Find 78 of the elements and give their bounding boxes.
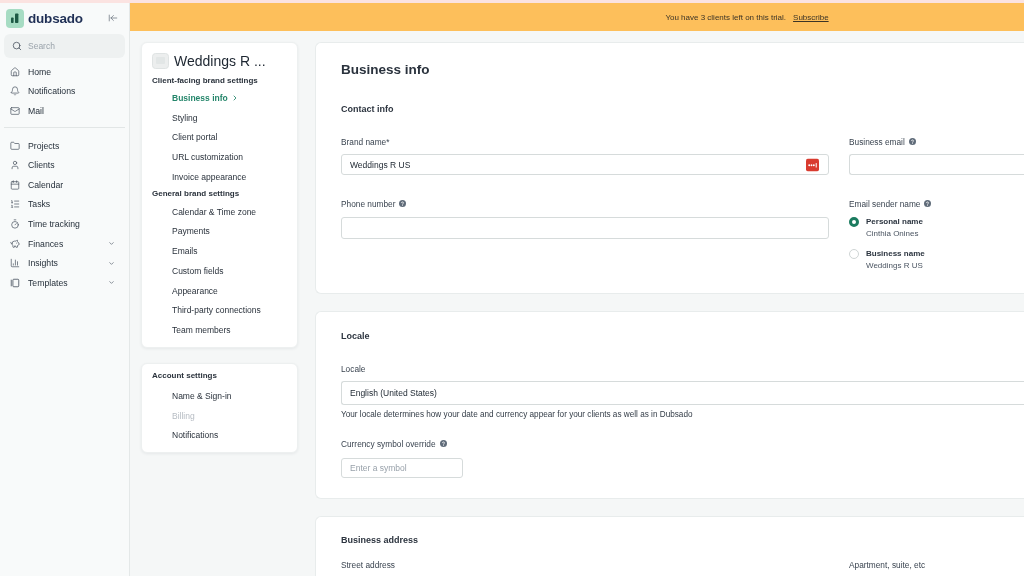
chevron-down-icon <box>108 279 115 287</box>
menu-item[interactable]: Styling <box>172 111 198 124</box>
collapse-icon[interactable] <box>108 13 118 23</box>
card-title: Business info <box>341 61 431 79</box>
menu-item[interactable]: Business info <box>172 92 239 104</box>
menu-item[interactable]: Emails <box>172 245 198 258</box>
field-label: Street address <box>341 560 395 570</box>
section-heading: Business address <box>341 533 420 547</box>
bell-icon <box>10 86 20 97</box>
chevron-down-icon <box>108 240 115 248</box>
section-heading: Contact info <box>341 103 395 116</box>
chevron-down-icon <box>108 259 115 267</box>
folder-icon <box>10 140 20 151</box>
menu-item[interactable]: URL customization <box>172 151 244 164</box>
field-label: Apartment, suite, etc <box>849 560 926 570</box>
search-field[interactable]: Search <box>4 34 125 58</box>
banner-message: You have 3 clients left on this trial. <box>665 12 787 22</box>
radio-button[interactable] <box>849 217 859 227</box>
section-heading: Locale <box>341 330 371 343</box>
option-label: Personal name <box>866 216 923 228</box>
list-icon <box>10 199 20 210</box>
search-icon <box>12 41 22 51</box>
help-icon[interactable] <box>399 200 407 207</box>
nav-item[interactable]: Finances <box>4 233 125 254</box>
locale-select[interactable]: English (United States) <box>341 380 1024 405</box>
option-label: Business name <box>866 248 925 260</box>
option-detail: Weddings R US <box>866 260 924 272</box>
option-detail: Cinthia Onines <box>866 228 920 240</box>
field-label: Phone number <box>341 198 396 209</box>
menu-section-heading: General brand settings <box>152 187 241 200</box>
brand-title: Weddings R ... <box>174 53 266 69</box>
field-label: Brand name* <box>341 136 390 147</box>
field-hint: Your locale determines how your date and currency appear for your clients as well as in Dubsado <box>341 408 694 421</box>
user-icon <box>10 160 20 171</box>
nav-item[interactable]: Insights <box>4 253 125 273</box>
mail-icon <box>10 106 20 116</box>
field-label: Email sender name <box>849 198 921 209</box>
field-label: Currency symbol override <box>341 438 436 449</box>
menu-item[interactable]: Calendar & Time zone <box>172 205 257 218</box>
home-icon <box>10 66 20 77</box>
menu-item[interactable]: Custom fields <box>172 264 224 277</box>
field-label: Locale <box>341 363 366 374</box>
nav-item[interactable]: Tasks <box>4 194 125 215</box>
nav-item[interactable]: Calendar <box>4 174 125 195</box>
stopwatch-icon <box>10 218 20 229</box>
nav-item[interactable]: Templates <box>4 272 125 293</box>
menu-item[interactable]: Invoice appearance <box>172 170 247 183</box>
calendar-icon <box>10 179 20 190</box>
logo-icon <box>6 8 24 28</box>
menu-section-heading: Account settings <box>152 369 218 382</box>
menu-item[interactable]: Third-party connections <box>172 304 261 317</box>
menu-item[interactable]: Notifications <box>172 429 219 442</box>
menu-item[interactable]: Name & Sign-in <box>172 389 232 402</box>
nav-item[interactable]: Projects <box>4 135 125 156</box>
logo-placeholder-icon <box>152 53 169 69</box>
currency-symbol-field[interactable]: Enter a symbol <box>341 457 463 478</box>
phone-number-field[interactable] <box>341 217 829 239</box>
menu-item[interactable]: Payments <box>172 225 210 238</box>
help-icon[interactable] <box>924 200 932 207</box>
nav-item[interactable]: Mail <box>4 101 125 121</box>
menu-item[interactable]: Client portal <box>172 131 218 144</box>
help-icon[interactable] <box>908 138 916 145</box>
menu-item[interactable]: Team members <box>172 323 231 336</box>
nav-item[interactable]: Notifications <box>4 81 125 102</box>
help-icon[interactable] <box>439 440 447 447</box>
panel-icon <box>10 277 20 288</box>
nav-item[interactable]: Time tracking <box>4 214 125 234</box>
nav-item[interactable]: Clients <box>4 155 125 175</box>
brand-name-field[interactable]: Weddings R US <box>341 154 829 175</box>
business-email-field[interactable] <box>849 154 1024 175</box>
menu-item[interactable]: Appearance <box>172 284 218 297</box>
nav-item[interactable]: Home <box>4 62 125 82</box>
field-label: Business email <box>849 136 905 147</box>
subscribe-link[interactable]: Subscribe <box>793 12 829 22</box>
menu-section-heading: Client-facing brand settings <box>152 75 259 87</box>
piggy-bank-icon <box>10 238 20 249</box>
logo-wordmark: dubsado <box>28 10 83 26</box>
bar-chart-icon <box>10 258 20 269</box>
